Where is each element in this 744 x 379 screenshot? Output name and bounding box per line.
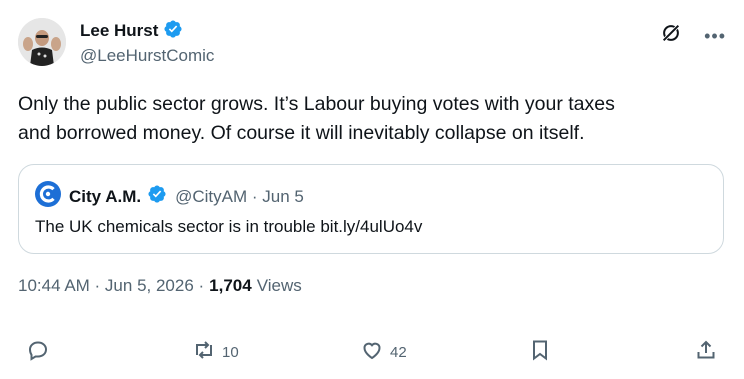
avatar[interactable] bbox=[18, 18, 66, 66]
action-bar: 10 42 bbox=[18, 330, 724, 370]
author-display-name[interactable]: Lee Hurst bbox=[80, 21, 158, 41]
retweet-icon bbox=[192, 338, 216, 366]
quoted-display-name: City A.M. bbox=[69, 186, 142, 206]
bookmark-button[interactable] bbox=[528, 338, 552, 366]
more-icon[interactable]: ••• bbox=[704, 26, 726, 46]
views-label: Views bbox=[256, 276, 302, 295]
tweet-header-actions: ••• bbox=[660, 22, 726, 49]
city-am-logo-icon bbox=[35, 181, 61, 212]
retweet-button[interactable]: 10 bbox=[192, 338, 239, 366]
grok-icon[interactable] bbox=[660, 22, 682, 49]
bookmark-icon bbox=[528, 338, 552, 366]
tweet-meta: 10:44 AM · Jun 5, 2026 · 1,704 Views bbox=[18, 276, 302, 296]
tweet-author: Lee Hurst @LeeHurstComic bbox=[80, 19, 214, 66]
reply-icon bbox=[26, 338, 50, 366]
verified-badge-icon bbox=[147, 184, 167, 209]
avatar-image bbox=[18, 18, 66, 66]
share-icon bbox=[694, 338, 718, 366]
views-count: 1,704 bbox=[209, 276, 252, 295]
like-button[interactable]: 42 bbox=[360, 338, 407, 366]
retweet-count: 10 bbox=[222, 343, 239, 361]
quoted-handle-date: @CityAM · Jun 5 bbox=[175, 186, 304, 206]
quoted-text: The UK chemicals sector is in trouble bi… bbox=[35, 217, 423, 236]
author-handle[interactable]: @LeeHurstComic bbox=[80, 46, 214, 66]
reply-button[interactable] bbox=[26, 338, 50, 366]
like-count: 42 bbox=[390, 343, 407, 361]
tweet-text: Only the public sector grows. It’s Labou… bbox=[18, 93, 615, 144]
quoted-tweet[interactable]: City A.M. @CityAM · Jun 5 The UK chemica… bbox=[18, 164, 724, 254]
verified-badge-icon bbox=[163, 19, 183, 44]
heart-icon bbox=[360, 338, 384, 366]
share-button[interactable] bbox=[694, 338, 718, 366]
timestamp[interactable]: 10:44 AM · Jun 5, 2026 · bbox=[18, 276, 204, 296]
